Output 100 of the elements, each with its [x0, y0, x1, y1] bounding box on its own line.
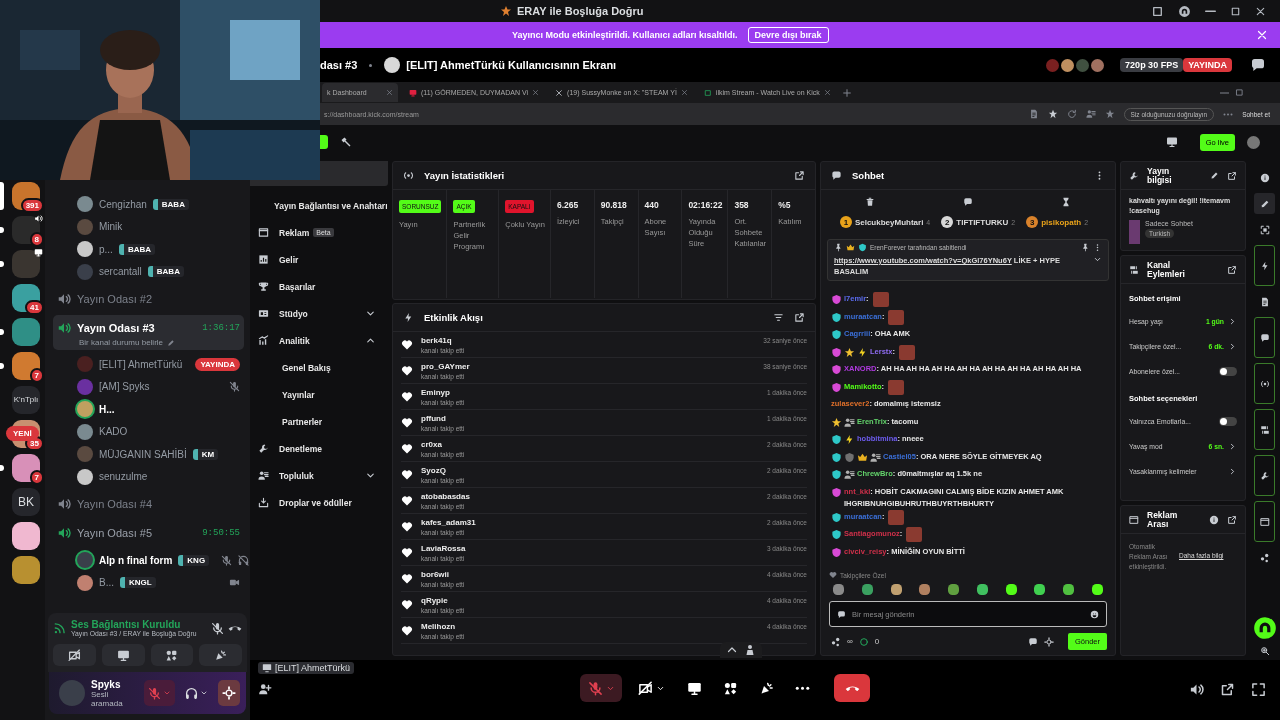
new-tab-icon[interactable]	[841, 87, 852, 98]
channel-name[interactable]: Yayın Odası #5	[77, 527, 197, 539]
leader-name[interactable]: pisikopath	[1041, 217, 1082, 227]
member-name[interactable]: H...	[99, 403, 115, 415]
event-user[interactable]: cr0xa	[421, 439, 465, 449]
server-icon[interactable]	[12, 453, 40, 482]
server-icon[interactable]	[12, 249, 40, 278]
trash-icon[interactable]	[865, 197, 875, 207]
zoom-icon[interactable]	[1259, 646, 1270, 656]
emote-icon[interactable]	[890, 583, 902, 595]
chevron-down-icon[interactable]	[365, 470, 376, 481]
member-name[interactable]: Minik	[99, 221, 123, 233]
more-icon[interactable]	[1223, 112, 1234, 116]
member-name[interactable]: p...	[99, 243, 113, 255]
channel-name[interactable]: Yayın Odası #3	[77, 322, 197, 334]
noise-icon[interactable]	[211, 621, 224, 635]
sidebar-button[interactable]	[1254, 193, 1275, 214]
popout-icon[interactable]	[794, 312, 805, 323]
event-user[interactable]: berk41q	[421, 335, 465, 345]
emote-icon[interactable]	[948, 583, 960, 595]
nav-item[interactable]: Genel Bakış	[282, 362, 331, 373]
nav-item[interactable]: Yayınlar	[282, 389, 315, 400]
nav-item[interactable]: Başarılar	[279, 281, 316, 292]
event-user[interactable]: Eminyp	[421, 387, 465, 397]
member-name[interactable]: [ELIT] AhmetTürkü	[99, 358, 183, 370]
channel-name[interactable]: Yayın Odası #4	[77, 498, 152, 510]
server-icon[interactable]	[12, 555, 40, 584]
emote-icon[interactable]	[1034, 583, 1046, 595]
member-name[interactable]: [AM] Spyks	[99, 381, 150, 393]
sidebar-button[interactable]	[1254, 409, 1275, 450]
popout-icon[interactable]	[1220, 682, 1235, 697]
server-icon[interactable]	[12, 521, 40, 550]
mute-button[interactable]	[144, 680, 175, 706]
nav-item[interactable]: Yayın Bağlantısı ve Anahtarı	[274, 200, 388, 211]
unpin-icon[interactable]	[1081, 243, 1090, 252]
nav-item[interactable]: Gelir	[279, 254, 299, 265]
minimize-icon[interactable]	[1205, 9, 1216, 13]
volume-icon[interactable]	[1189, 682, 1204, 697]
event-user[interactable]: qRypie	[421, 595, 465, 605]
emote-icon[interactable]	[1063, 583, 1075, 595]
fullscreen-icon[interactable]	[1251, 682, 1266, 697]
chevron-right-icon[interactable]	[1228, 342, 1237, 351]
event-user[interactable]: kafes_adam31	[421, 517, 476, 527]
chevron-right-icon[interactable]	[1228, 467, 1237, 476]
help-icon[interactable]	[1251, 615, 1278, 641]
leader-name[interactable]: TIFTIFTURKU	[956, 217, 1009, 227]
sidebar-button[interactable]	[1254, 501, 1275, 542]
member-name[interactable]: KADO	[99, 426, 128, 438]
settings-icon[interactable]	[1043, 636, 1054, 647]
refresh-icon[interactable]	[1066, 109, 1077, 119]
server-icon[interactable]	[12, 351, 40, 380]
voice-action-button[interactable]	[150, 644, 194, 666]
member-name[interactable]: senuzulme	[99, 471, 148, 483]
inbox-icon[interactable]	[1151, 4, 1164, 18]
voice-action-button[interactable]	[199, 644, 242, 666]
toggle-switch[interactable]	[1219, 367, 1237, 376]
nav-item[interactable]: Reklam	[279, 227, 310, 238]
settings-button[interactable]	[218, 680, 240, 706]
event-user[interactable]: pffund	[421, 413, 465, 423]
server-icon[interactable]	[12, 215, 40, 244]
member-name[interactable]: Cengizhan	[99, 198, 147, 210]
emoji-icon[interactable]	[1090, 609, 1099, 619]
edit-icon[interactable]	[1210, 171, 1219, 180]
help-icon[interactable]	[1178, 4, 1191, 18]
channel-status[interactable]: Bir kanal durumu belirle	[79, 338, 164, 347]
event-user[interactable]: atobabasdas	[421, 491, 470, 501]
nav-item[interactable]: Droplar ve ödüller	[279, 497, 352, 508]
nav-item[interactable]: Analitik	[279, 335, 310, 346]
channel-name[interactable]: Yayın Odası #2	[77, 293, 152, 305]
emote-icon[interactable]	[919, 583, 931, 595]
emote-icon[interactable]	[976, 583, 988, 595]
member-name[interactable]: Alp n final form	[99, 554, 173, 566]
chat-icon[interactable]	[1250, 57, 1266, 73]
mute-button[interactable]	[580, 674, 622, 702]
popout-icon[interactable]	[1227, 170, 1237, 181]
chevron-right-icon[interactable]	[1228, 442, 1237, 451]
close-icon[interactable]	[1255, 5, 1266, 17]
favorite-icon[interactable]	[1047, 109, 1058, 119]
event-user[interactable]: LaviaRossa	[421, 543, 466, 553]
chevron-right-icon[interactable]	[1228, 317, 1237, 326]
event-user[interactable]: SyozQ	[421, 465, 465, 475]
maximize-icon[interactable]	[1235, 88, 1244, 97]
popout-icon[interactable]	[1227, 264, 1237, 275]
expand-icon[interactable]	[1093, 255, 1102, 264]
pencil-icon[interactable]	[167, 338, 176, 347]
voice-action-button[interactable]	[53, 644, 96, 666]
collections-icon[interactable]	[1085, 109, 1096, 119]
event-user[interactable]: bor6wii	[421, 569, 465, 579]
new-unreads-toast[interactable]: YENİ	[6, 426, 39, 441]
emote-icon[interactable]	[833, 583, 844, 595]
event-user[interactable]: Melihozn	[421, 621, 465, 631]
leader-name[interactable]: SelcukbeyMuhtari	[854, 217, 924, 227]
emote-icon[interactable]	[1091, 583, 1103, 595]
chevron-down-icon[interactable]	[365, 308, 376, 319]
hammer-icon[interactable]	[340, 136, 352, 148]
add-user-icon[interactable]	[258, 682, 272, 696]
maximize-icon[interactable]	[1230, 5, 1241, 17]
nav-item[interactable]: Stüdyo	[279, 308, 308, 319]
server-button[interactable]: K'nTplı	[12, 385, 40, 414]
server-button[interactable]: BK	[12, 487, 40, 516]
